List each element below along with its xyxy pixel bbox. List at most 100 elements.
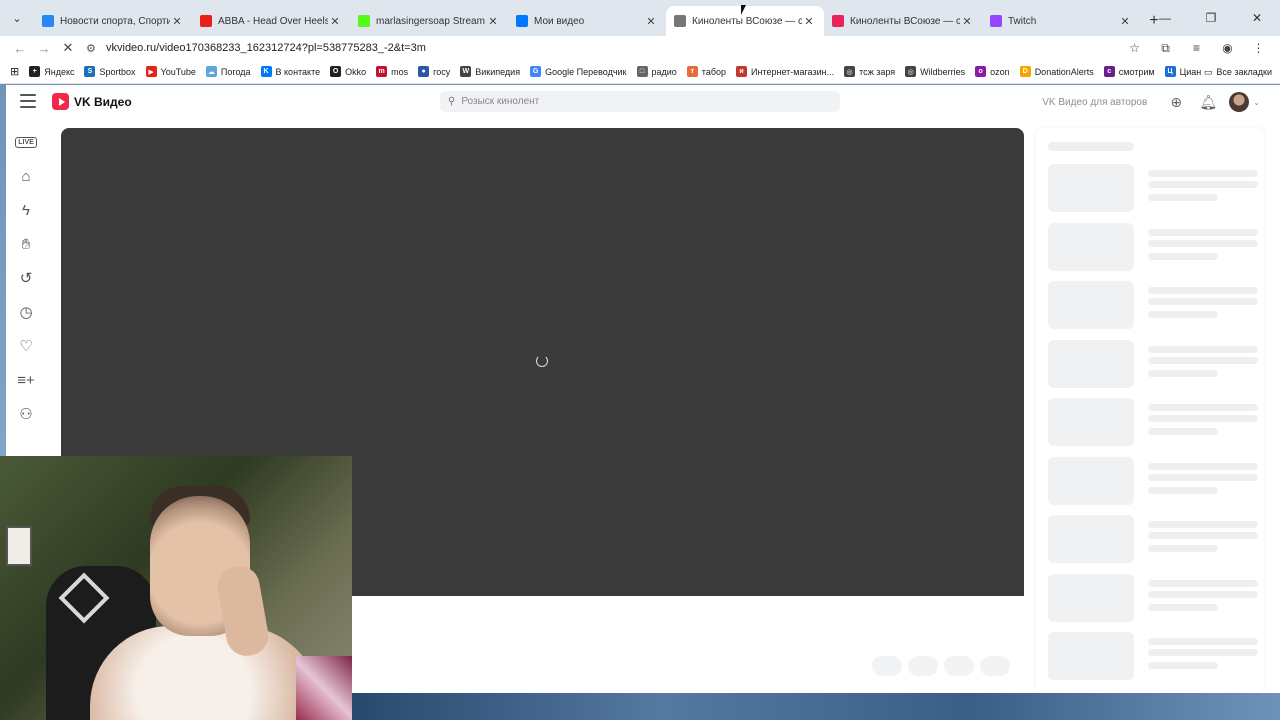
upload-plus-icon[interactable]: ⊕ <box>1165 91 1187 113</box>
history-icon[interactable]: ↺ <box>6 261 46 295</box>
all-bookmarks-button[interactable]: ▭ Все закладки <box>1204 60 1272 84</box>
bookmark-favicon-icon: + <box>29 66 41 77</box>
bookmark-item[interactable]: + Яндекс <box>29 66 74 77</box>
vk-video-logo[interactable]: VK Видео <box>52 93 132 110</box>
video-info-area <box>352 596 1024 693</box>
minimize-button[interactable]: — <box>1142 0 1188 36</box>
authors-link[interactable]: VK Видео для авторов <box>1042 97 1147 108</box>
tab-close-icon[interactable]: ✕ <box>486 15 500 28</box>
search-placeholder: Розыск кинолент <box>461 96 540 107</box>
browser-tab[interactable]: marlasingersoap Stream - Wat✕ <box>350 6 508 36</box>
menu-burger-icon[interactable] <box>20 94 36 108</box>
bookmark-favicon-icon: K <box>260 66 272 77</box>
bookmark-item[interactable]: O Okko <box>330 66 366 77</box>
skeleton-line <box>1148 170 1258 177</box>
avatar[interactable] <box>1229 92 1250 112</box>
bookmark-label: госу <box>433 66 451 77</box>
bookmark-item[interactable]: G Google Переводчик <box>530 66 627 77</box>
tab-search-button[interactable]: ⌄ <box>0 0 34 36</box>
bookmark-item[interactable]: ◎ тсж заря <box>844 66 895 77</box>
left-nav: LIVE ⌂ ϟ ✋︎ ↺ ◷ ♡ ≡+ ⚇ <box>6 125 46 431</box>
chevron-down-icon[interactable]: ⌄ <box>1253 98 1260 107</box>
bookmark-star-icon[interactable]: ☆ <box>1119 41 1150 55</box>
bookmark-item[interactable]: m mos <box>376 66 408 77</box>
apps-icon[interactable]: ⊞ <box>10 65 19 78</box>
skeleton-title <box>1048 142 1134 151</box>
bookmark-item[interactable]: □ радио <box>636 66 677 77</box>
bookmark-item[interactable]: Ц Циан <box>1164 66 1201 77</box>
maximize-button[interactable]: ❐ <box>1188 0 1234 36</box>
menu-icon[interactable]: ⋮ <box>1243 41 1274 55</box>
browser-tab[interactable]: Киноленты ВСоюзе — смотре✕ <box>824 6 982 36</box>
address-bar: ← → ✕ ⚙ vkvideo.ru/video170368233_162312… <box>0 36 1280 60</box>
skeleton-video-card <box>1048 456 1258 507</box>
skeleton-thumbnail <box>1048 222 1134 271</box>
related-videos-skeleton <box>1036 128 1264 693</box>
bookmark-item[interactable]: W Википедия <box>460 66 520 77</box>
browser-tab[interactable]: Мои видео ✕ <box>508 6 666 36</box>
media-controls-icon[interactable]: ≡ <box>1181 41 1212 55</box>
bookmark-item[interactable]: и Интернет-магазин... <box>736 66 834 77</box>
skeleton-line <box>1148 369 1218 377</box>
skeleton-line <box>1148 532 1258 539</box>
bookmark-label: Google Переводчик <box>545 66 627 77</box>
bookmark-favicon-icon: т <box>686 66 698 77</box>
tab-close-icon[interactable]: ✕ <box>1118 15 1132 28</box>
bookmark-item[interactable]: o ozon <box>975 66 1010 77</box>
bookmark-item[interactable]: ▶ YouTube <box>145 66 196 77</box>
skeleton-line <box>1148 287 1258 294</box>
skeleton-line <box>1148 345 1258 353</box>
profile-icon[interactable]: ◉ <box>1212 41 1243 55</box>
bookmark-item[interactable]: KВ контакте <box>260 66 320 77</box>
window-controls: — ❐ ✕ <box>1142 0 1280 36</box>
tab-close-icon[interactable]: ✕ <box>802 15 816 28</box>
hand-icon[interactable]: ✋︎ <box>6 227 46 261</box>
browser-tab[interactable]: Twitch ✕ <box>982 6 1140 36</box>
url-field[interactable]: ⚙ vkvideo.ru/video170368233_162312724?pl… <box>86 38 1166 58</box>
bookmark-favicon-icon: Ц <box>1164 66 1176 77</box>
skeleton-thumbnail <box>1048 515 1134 563</box>
tab-close-icon[interactable]: ✕ <box>170 15 184 28</box>
skeleton-line <box>1148 590 1258 598</box>
skeleton-line <box>1148 579 1258 587</box>
vk-header: VK Видео ⚲ Розыск кинолент VK Видео для … <box>6 85 1280 119</box>
loading-spinner-icon <box>536 355 548 367</box>
clock-icon[interactable]: ◷ <box>6 295 46 329</box>
community-icon[interactable]: ⚇ <box>6 397 46 431</box>
heart-icon[interactable]: ♡ <box>6 329 46 363</box>
bookmark-label: радио <box>651 66 677 77</box>
close-window-button[interactable]: ✕ <box>1234 0 1280 36</box>
home-icon[interactable]: ⌂ <box>6 159 46 193</box>
skeleton-line <box>1148 404 1258 411</box>
patterned-cloth <box>296 656 352 720</box>
live-icon[interactable]: LIVE <box>6 125 46 159</box>
playlist-add-icon[interactable]: ≡+ <box>6 363 46 397</box>
bookmark-label: Википедия <box>475 66 521 77</box>
extensions-icon[interactable]: ⧉ <box>1150 41 1181 56</box>
bookmarks-bar: ⊞ + Яндекс S Sportbox ▶ YouTube ☁ Погода K В конт… <box>0 60 1280 84</box>
stop-button[interactable]: ✕ <box>56 36 80 60</box>
bookmark-item[interactable]: т табор <box>686 66 726 77</box>
back-button[interactable]: ← <box>8 36 32 60</box>
bookmark-item[interactable]: с смотрим <box>1103 66 1155 77</box>
bookmark-item[interactable]: D DonationAlerts <box>1019 66 1094 77</box>
browser-tab[interactable]: ABBA - Head Over Heels (Video✕ <box>192 6 350 36</box>
lightning-icon[interactable]: ϟ <box>6 193 46 227</box>
tab-close-icon[interactable]: ✕ <box>644 15 658 28</box>
tab-close-icon[interactable]: ✕ <box>960 15 974 28</box>
tab-close-icon[interactable]: ✕ <box>328 15 342 28</box>
notifications-bell-icon[interactable]: 🔔︎ <box>1197 91 1219 113</box>
bookmark-item[interactable]: ☁ Погода <box>205 66 251 77</box>
bookmark-favicon-icon: D <box>1019 66 1031 77</box>
bookmark-item[interactable]: ◎ Wildberries <box>905 66 965 77</box>
bookmark-favicon-icon: W <box>460 66 472 77</box>
bookmark-item[interactable]: S Sportbox <box>84 66 136 77</box>
search-input[interactable]: ⚲ Розыск кинолент <box>440 91 840 112</box>
bookmark-item[interactable]: ● госу <box>418 66 450 77</box>
webcam-overlay <box>0 456 352 720</box>
site-info-icon[interactable]: ⚙ <box>86 42 106 55</box>
browser-tab[interactable]: Новости спорта, Спортивная а✕ <box>34 6 192 36</box>
skeleton-line <box>1148 428 1218 435</box>
forward-button[interactable]: → <box>32 36 56 60</box>
vk-video-logo-icon <box>52 93 69 110</box>
